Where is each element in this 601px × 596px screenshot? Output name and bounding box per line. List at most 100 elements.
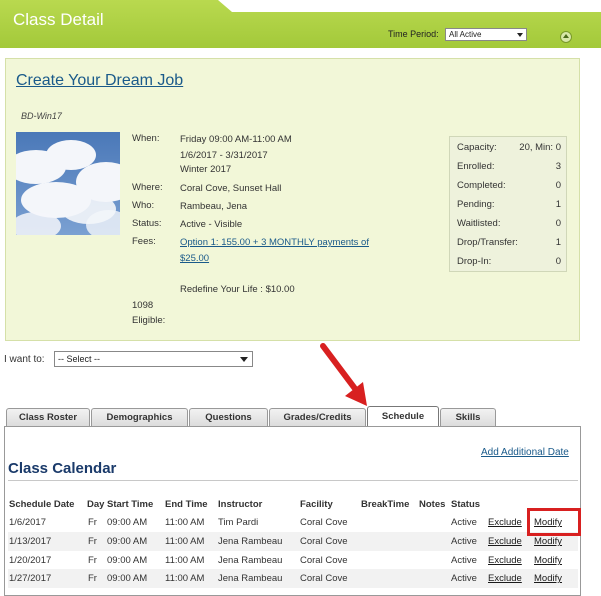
when-line-1: Friday 09:00 AM-11:00 AM xyxy=(180,134,292,145)
cell-date: 1/6/2017 xyxy=(9,517,46,528)
column-header: Schedule Date xyxy=(9,499,75,510)
cell-date: 1/27/2017 xyxy=(9,573,52,584)
cell-end: 11:00 AM xyxy=(165,573,205,584)
table-row: 1/27/2017 Fr 09:00 AM 11:00 AM Jena Ramb… xyxy=(8,569,578,588)
when-label: When: xyxy=(132,133,160,144)
cell-start: 09:00 AM xyxy=(107,573,148,584)
tab-schedule[interactable]: Schedule xyxy=(367,406,439,426)
cell-instructor: Jena Rambeau xyxy=(218,555,283,566)
class-photo xyxy=(16,132,120,235)
column-header: End Time xyxy=(165,499,208,510)
column-header: Day xyxy=(87,499,105,510)
stat-label: Pending: xyxy=(457,199,495,210)
class-name-link[interactable]: Create Your Dream Job xyxy=(16,72,183,90)
stat-value: 0 xyxy=(555,218,561,229)
annotation-arrow-icon xyxy=(320,343,367,406)
column-header: Status xyxy=(451,499,481,510)
class-code: BD-Win17 xyxy=(21,111,62,121)
stat-value: 3 xyxy=(555,161,561,172)
cell-facility: Coral Cove xyxy=(300,517,348,528)
cell-day: Fr xyxy=(88,517,97,528)
status-value: Active - Visible xyxy=(180,219,243,230)
stat-label: Enrolled: xyxy=(457,161,495,172)
who-value: Rambeau, Jena xyxy=(180,201,248,212)
fees-label: Fees: xyxy=(132,236,156,247)
cell-instructor: Jena Rambeau xyxy=(218,536,283,547)
where-label: Where: xyxy=(132,182,163,193)
cell-status: Active xyxy=(451,536,477,547)
where-value: Coral Cove, Sunset Hall xyxy=(180,183,282,194)
cell-day: Fr xyxy=(88,555,97,566)
modify-link[interactable]: Modify xyxy=(534,555,562,566)
header-tail-angle xyxy=(218,0,232,12)
cell-facility: Coral Cove xyxy=(300,555,348,566)
i-want-to-value: -- Select -- xyxy=(58,354,101,364)
tab-skills[interactable]: Skills xyxy=(440,408,496,426)
table-row: 1/13/2017 Fr 09:00 AM 11:00 AM Jena Ramb… xyxy=(8,532,578,551)
stat-label: Completed: xyxy=(457,180,506,191)
fees-option-link-cont[interactable]: $25.00 xyxy=(180,253,209,264)
cell-day: Fr xyxy=(88,536,97,547)
stat-value: 20, Min: 0 xyxy=(519,142,561,153)
column-header: Start Time xyxy=(107,499,154,510)
annotation-highlight-box xyxy=(527,508,581,536)
exclude-link[interactable]: Exclude xyxy=(488,573,522,584)
tab-questions[interactable]: Questions xyxy=(189,408,268,426)
stat-value: 1 xyxy=(555,237,561,248)
cell-end: 11:00 AM xyxy=(165,536,205,547)
time-period-label: Time Period: xyxy=(388,29,439,39)
column-header: Facility xyxy=(300,499,333,510)
cell-status: Active xyxy=(451,555,477,566)
collapse-icon[interactable] xyxy=(560,31,572,43)
stat-label: Drop/Transfer: xyxy=(457,237,518,248)
column-header: Instructor xyxy=(218,499,263,510)
tab-demographics[interactable]: Demographics xyxy=(91,408,188,426)
cell-instructor: Tim Pardi xyxy=(218,517,259,528)
i-want-to-select[interactable]: -- Select -- xyxy=(54,351,253,367)
cell-start: 09:00 AM xyxy=(107,517,148,528)
stat-label: Waitlisted: xyxy=(457,218,501,229)
calendar-title: Class Calendar xyxy=(8,460,117,477)
header-tail xyxy=(232,0,601,12)
cell-end: 11:00 AM xyxy=(165,555,205,566)
table-row: 1/6/2017 Fr 09:00 AM 11:00 AM Tim Pardi … xyxy=(8,513,578,532)
column-header: BreakTime xyxy=(361,499,410,510)
stat-value: 0 xyxy=(555,256,561,267)
cell-start: 09:00 AM xyxy=(107,536,148,547)
fees-option-link[interactable]: Option 1: 155.00 + 3 MONTHLY payments of xyxy=(180,237,369,248)
tab-class-roster[interactable]: Class Roster xyxy=(6,408,90,426)
when-line-2: 1/6/2017 - 3/31/2017 xyxy=(180,150,268,161)
stat-value: 0 xyxy=(555,180,561,191)
cell-start: 09:00 AM xyxy=(107,555,148,566)
cell-instructor: Jena Rambeau xyxy=(218,573,283,584)
cell-date: 1/20/2017 xyxy=(9,555,52,566)
cell-facility: Coral Cove xyxy=(300,573,348,584)
cell-status: Active xyxy=(451,573,477,584)
when-line-3: Winter 2017 xyxy=(180,164,232,175)
i-want-to-label: I want to: xyxy=(4,354,45,365)
who-label: Who: xyxy=(132,200,155,211)
exclude-link[interactable]: Exclude xyxy=(488,517,522,528)
column-header: Notes xyxy=(419,499,446,510)
stat-label: Capacity: xyxy=(457,142,497,153)
time-period-select[interactable]: All Active xyxy=(445,28,527,41)
add-additional-date-link[interactable]: Add Additional Date xyxy=(481,447,569,458)
eligible-number: 1098 xyxy=(132,300,154,311)
stat-value: 1 xyxy=(555,199,561,210)
fees-extra: Redefine Your Life : $10.00 xyxy=(180,284,295,295)
cell-end: 11:00 AM xyxy=(165,517,205,528)
cell-facility: Coral Cove xyxy=(300,536,348,547)
time-period-value: All Active xyxy=(449,30,482,39)
chevron-down-icon xyxy=(240,357,248,362)
cell-status: Active xyxy=(451,517,477,528)
status-label: Status: xyxy=(132,218,162,229)
eligible-label: Eligible: xyxy=(132,315,166,326)
exclude-link[interactable]: Exclude xyxy=(488,536,522,547)
cell-date: 1/13/2017 xyxy=(9,536,52,547)
divider xyxy=(8,480,578,481)
modify-link[interactable]: Modify xyxy=(534,573,562,584)
modify-link[interactable]: Modify xyxy=(534,536,562,547)
exclude-link[interactable]: Exclude xyxy=(488,555,522,566)
tab-grades-credits[interactable]: Grades/Credits xyxy=(269,408,366,426)
table-row: 1/20/2017 Fr 09:00 AM 11:00 AM Jena Ramb… xyxy=(8,551,578,570)
